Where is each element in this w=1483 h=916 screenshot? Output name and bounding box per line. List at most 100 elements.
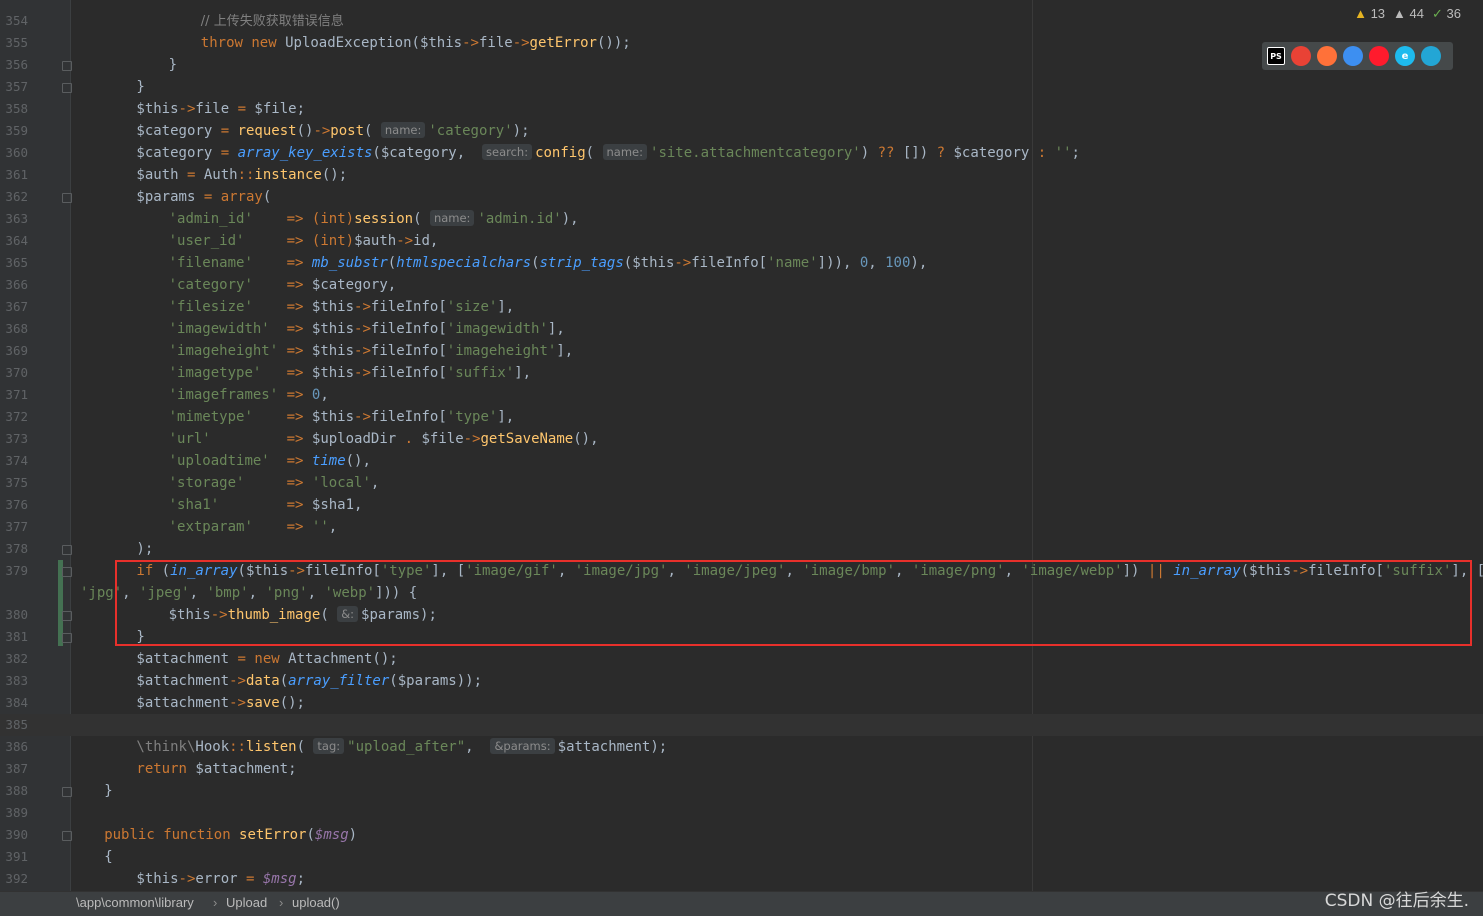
code-line[interactable]: ); [136,538,153,560]
code-line[interactable]: $auth = Auth::instance(); [136,164,347,186]
code-line[interactable]: 'uploadtime' => time(), [169,450,371,472]
code-line[interactable]: $params = array( [136,186,271,208]
line-number[interactable]: 384 [0,692,28,714]
code-line[interactable]: 'url' => $uploadDir . $file->getSaveName… [169,428,599,450]
line-number[interactable]: 366 [0,274,28,296]
code-line[interactable]: 'filename' => mb_substr(htmlspecialchars… [169,252,928,274]
line-number[interactable]: 361 [0,164,28,186]
phpstorm-icon[interactable]: PS [1267,47,1285,65]
breadcrumb-path[interactable]: \app\common\library [76,895,194,910]
code-line[interactable]: 'imageframes' => 0, [169,384,329,406]
fold-toggle-icon[interactable] [62,567,72,577]
breadcrumb-class[interactable]: Upload [226,895,267,910]
fold-toggle-icon[interactable] [62,61,72,71]
line-number[interactable]: 363 [0,208,28,230]
code-line[interactable]: 'imagewidth' => $this->fileInfo['imagewi… [169,318,565,340]
code-line[interactable]: $this->file = $file; [136,98,305,120]
line-number[interactable]: 375 [0,472,28,494]
line-number[interactable]: 383 [0,670,28,692]
fold-toggle-icon[interactable] [62,193,72,203]
fold-toggle-icon[interactable] [62,545,72,555]
inspection-widget[interactable]: ▲ 13 ▲ 44 ✓ 36 [1354,6,1461,22]
line-number[interactable]: 368 [0,318,28,340]
line-number[interactable]: 386 [0,736,28,758]
line-number[interactable]: 382 [0,648,28,670]
line-number[interactable]: 374 [0,450,28,472]
annotation-highlight-box [115,560,1472,646]
line-number[interactable]: 364 [0,230,28,252]
line-number[interactable]: 367 [0,296,28,318]
ie-icon[interactable]: e [1395,46,1415,66]
line-number[interactable]: 376 [0,494,28,516]
line-number[interactable] [0,582,28,604]
line-number[interactable]: 355 [0,32,28,54]
opera-icon[interactable] [1369,46,1389,66]
line-number[interactable]: 392 [0,868,28,890]
line-number[interactable]: 354 [0,10,28,32]
code-line[interactable]: public function setError($msg) [104,824,357,846]
code-line[interactable]: } [136,76,144,98]
code-line[interactable]: 'admin_id' => (int)session( name:'admin.… [169,208,579,230]
line-number[interactable]: 360 [0,142,28,164]
code-line[interactable]: 'mimetype' => $this->fileInfo['type'], [169,406,515,428]
code-line[interactable]: $attachment->save(); [136,692,305,714]
line-number[interactable]: 377 [0,516,28,538]
breadcrumb-method[interactable]: upload() [292,895,340,910]
code-line[interactable]: 'filesize' => $this->fileInfo['size'], [169,296,515,318]
fold-toggle-icon[interactable] [62,831,72,841]
fold-toggle-icon[interactable] [62,83,72,93]
line-number[interactable]: 362 [0,186,28,208]
chrome-icon[interactable] [1291,46,1311,66]
weak-warning-count[interactable]: ▲ 44 [1393,6,1424,22]
line-number[interactable]: 388 [0,780,28,802]
code-editor[interactable]: 354 // 上传失败获取错误信息 355 throw new UploadExcep… [0,0,1483,891]
code-line[interactable]: 'imagetype' => $this->fileInfo['suffix']… [169,362,531,384]
code-line[interactable]: $attachment->data(array_filter($params))… [136,670,482,692]
safari-icon[interactable] [1343,46,1363,66]
code-line[interactable]: } [169,54,177,76]
line-number[interactable]: 371 [0,384,28,406]
line-number[interactable]: 356 [0,54,28,76]
line-number[interactable]: 358 [0,98,28,120]
line-number[interactable]: 369 [0,340,28,362]
line-number[interactable]: 378 [0,538,28,560]
line-number[interactable]: 357 [0,76,28,98]
line-number[interactable]: 379 [0,560,28,582]
code-line[interactable]: 'user_id' => (int)$auth->id, [169,230,439,252]
line-number[interactable]: 373 [0,428,28,450]
line-number[interactable]: 387 [0,758,28,780]
code-line[interactable]: $category = array_key_exists($category, … [136,142,1080,164]
code-line[interactable]: throw new UploadException($this->file->g… [201,32,631,54]
line-number[interactable]: 372 [0,406,28,428]
line-number[interactable]: 389 [0,802,28,824]
code-line[interactable]: \think\Hook::listen( tag: "upload_after",… [136,736,667,758]
line-number[interactable]: 380 [0,604,28,626]
line-number[interactable]: 390 [0,824,28,846]
code-line[interactable]: 'category' => $category, [169,274,397,296]
line-number[interactable]: 385 [0,714,28,736]
fold-toggle-icon[interactable] [62,611,72,621]
ok-count[interactable]: ✓ 36 [1432,6,1461,22]
code-line[interactable]: return $attachment; [136,758,296,780]
line-number[interactable]: 370 [0,362,28,384]
code-line[interactable]: $category = request()->post( name:'categ… [136,120,530,142]
code-line[interactable]: 'storage' => 'local', [169,472,380,494]
code-line[interactable]: $this->error = $msg; [136,868,305,890]
code-line[interactable]: $attachment = new Attachment(); [136,648,397,670]
edge-icon[interactable] [1421,46,1441,66]
code-line[interactable]: // 上传失败获取错误信息 [201,10,344,32]
code-line[interactable]: 'extparam' => '', [169,516,338,538]
fold-toggle-icon[interactable] [62,787,72,797]
code-line[interactable]: 'imageheight' => $this->fileInfo['imageh… [169,340,574,362]
line-number[interactable]: 365 [0,252,28,274]
code-line[interactable]: { [104,846,112,868]
code-line[interactable]: } [104,780,112,802]
firefox-icon[interactable] [1317,46,1337,66]
line-number[interactable]: 359 [0,120,28,142]
line-number[interactable]: 391 [0,846,28,868]
line-number[interactable]: 381 [0,626,28,648]
warning-count[interactable]: ▲ 13 [1354,6,1385,22]
code-line[interactable]: 'sha1' => $sha1, [169,494,363,516]
fold-toggle-icon[interactable] [62,633,72,643]
